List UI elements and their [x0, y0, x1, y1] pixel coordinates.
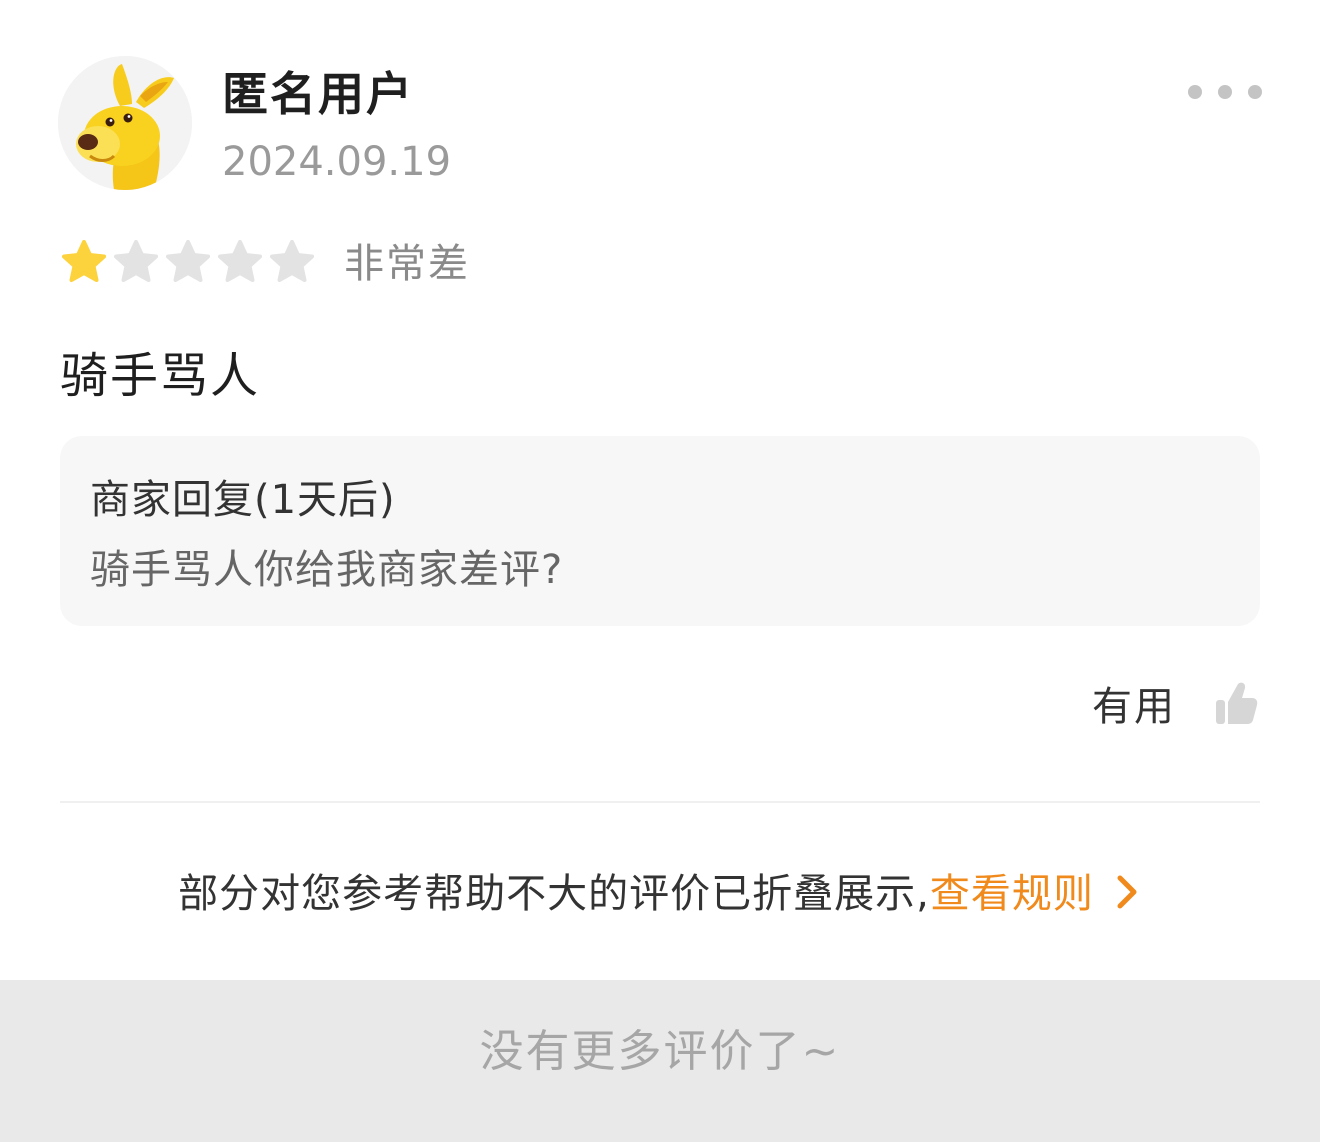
- merchant-reply-box: 商家回复(1天后) 骑手骂人你给我商家差评?: [60, 436, 1260, 626]
- folded-notice: 部分对您参考帮助不大的评价已折叠展示,查看规则: [0, 862, 1320, 926]
- chevron-right-icon[interactable]: [1114, 872, 1142, 912]
- merchant-reply-text: 骑手骂人你给我商家差评?: [90, 547, 564, 593]
- more-options-button[interactable]: [1180, 76, 1270, 108]
- useful-label: 有用: [1092, 684, 1176, 730]
- more-dots-icon: [1218, 85, 1232, 99]
- star-empty-icon: [270, 240, 314, 282]
- useful-button[interactable]: 有用: [1092, 672, 1258, 734]
- more-dots-icon: [1248, 85, 1262, 99]
- more-dots-icon: [1188, 85, 1202, 99]
- view-rules-link[interactable]: 查看规则: [930, 871, 1094, 917]
- star-filled-icon: [62, 240, 106, 282]
- review-card: 匿名用户 2024.09.19 非常差 骑手骂人 商家回复(1天后) 骑手骂人你…: [0, 0, 1320, 980]
- avatar[interactable]: [58, 56, 192, 190]
- merchant-reply-title: 商家回复(1天后): [90, 477, 396, 523]
- star-empty-icon: [166, 240, 210, 282]
- star-empty-icon: [114, 240, 158, 282]
- star-empty-icon: [218, 240, 262, 282]
- folded-notice-text: 部分对您参考帮助不大的评价已折叠展示,: [178, 871, 930, 917]
- review-date: 2024.09.19: [222, 139, 452, 185]
- no-more-reviews-text: 没有更多评价了~: [479, 1026, 841, 1077]
- star-rating: [60, 238, 316, 286]
- review-text: 骑手骂人: [60, 348, 261, 404]
- divider: [60, 801, 1260, 803]
- yellow-kangaroo-mascot-icon: [58, 56, 192, 190]
- thumbs-up-icon: [1216, 682, 1258, 724]
- username: 匿名用户: [222, 67, 414, 121]
- rating-label: 非常差: [344, 241, 470, 287]
- footer: 没有更多评价了~: [0, 980, 1320, 1142]
- review-page: 匿名用户 2024.09.19 非常差 骑手骂人 商家回复(1天后) 骑手骂人你…: [0, 0, 1320, 1142]
